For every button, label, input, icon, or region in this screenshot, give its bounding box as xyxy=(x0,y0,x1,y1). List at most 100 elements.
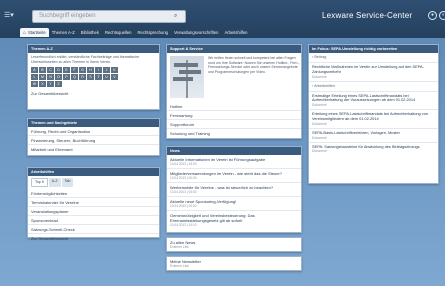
news-item[interactable]: Mitgliederversammlungen im Verein - wie … xyxy=(167,169,301,183)
news-date: 10.04.2013 | 00:00 xyxy=(170,204,197,208)
news-title: Gemeinnützigkeit und Vereinsbesteuerung:… xyxy=(170,213,255,223)
letter-y[interactable]: Y xyxy=(47,81,54,88)
sachgebiet-item[interactable]: Führung, Recht und Organisation xyxy=(28,127,159,136)
tab-arbeitshilfen[interactable]: Arbeitshilfen xyxy=(221,28,250,37)
doc-item[interactable]: SEPA: Satzungsbausteine für Abwicklung d… xyxy=(309,143,438,156)
home-icon: ⌂ xyxy=(23,30,27,36)
doc-item[interactable]: Erteilung eines SEPA-Lastschriftmandats … xyxy=(309,110,438,129)
doc-item[interactable]: Erstmalige Erteilung eines SEPA-Lastschr… xyxy=(309,92,438,111)
letter-k[interactable]: K xyxy=(111,67,118,74)
panel-title: Support & Service xyxy=(167,45,301,53)
az-letter-grid: A B C D E F G H I J K L M N O P Q R S T … xyxy=(28,66,159,89)
search-input[interactable]: Suchbegriff eingeben xyxy=(32,10,186,23)
arbeitshilfe-item[interactable]: Sponsorenlead xyxy=(28,216,159,225)
letter-u[interactable]: U xyxy=(103,74,110,81)
letter-c[interactable]: C xyxy=(47,67,54,74)
letter-r[interactable]: R xyxy=(79,74,86,81)
support-fernwartung[interactable]: Fernwartung xyxy=(167,111,301,120)
doc-type: Dokument xyxy=(312,149,327,154)
letter-l[interactable]: L xyxy=(31,74,38,81)
sachgebiet-item[interactable]: Finanzierung, Steuern, Buchführung xyxy=(28,136,159,145)
letter-g[interactable]: G xyxy=(79,67,86,74)
sachgebiet-item[interactable]: Mitarbeit und Ehrenamt xyxy=(28,145,159,154)
search-icon[interactable]: ⌕ xyxy=(174,12,182,20)
section-beitrag: › Beitrag xyxy=(309,53,438,63)
letter-f[interactable]: F xyxy=(71,67,78,74)
news-item[interactable]: Aktuelle Informationen im Verein ist Füh… xyxy=(167,155,301,169)
news-panel: News Aktuelle Informationen im Verein is… xyxy=(166,146,302,233)
panel-title: Themen A-Z xyxy=(28,45,159,53)
tab-label: Startseite xyxy=(28,30,46,35)
tab-rechtsquellen[interactable]: Rechtsquellen xyxy=(102,28,135,37)
tab-top5[interactable]: Top 5 xyxy=(31,178,48,187)
letter-s[interactable]: S xyxy=(87,74,94,81)
tab-third[interactable]: Tab xyxy=(61,178,74,187)
news-item[interactable]: Aktuelle neue Sponsoring-Verfügung! 10.0… xyxy=(167,197,301,211)
settings-icon[interactable]: ◐ xyxy=(439,11,445,20)
doc-type: Dokument xyxy=(312,103,327,108)
arbeitshilfe-item[interactable]: Fördermöglichkeiten xyxy=(28,189,159,198)
news-item[interactable]: Gemeinnützigkeit und Vereinsbesteuerung:… xyxy=(167,211,301,229)
news-date: 10.04.2013 | 10:10 xyxy=(170,223,197,227)
tab-rechtsprechung[interactable]: Rechtsprechung xyxy=(135,28,172,37)
panel-title: Arbeitshilfen xyxy=(28,168,159,176)
news-date: 13.04.2013 | 00:00 xyxy=(170,190,197,194)
tab-startseite[interactable]: ⌂ Startseite xyxy=(20,28,49,37)
tab-a-z[interactable]: A-Z xyxy=(48,178,61,187)
user-icon[interactable]: ● xyxy=(428,11,437,20)
section-arbeitshilfen: › Arbeitshilfen xyxy=(309,82,438,92)
doc-type: Dokument xyxy=(312,135,327,140)
letter-t[interactable]: T xyxy=(95,74,102,81)
letter-h[interactable]: H xyxy=(87,67,94,74)
letter-p[interactable]: P xyxy=(63,74,70,81)
doc-type: Dokument xyxy=(312,74,327,79)
arbeitshilfe-item[interactable]: Satzungs-Schnell-Check xyxy=(28,225,159,234)
themen-az-text: Leserfreundlich erklärt, verständliche F… xyxy=(31,55,140,64)
tab-bibliothek[interactable]: Bibliothek xyxy=(78,28,102,37)
letter-e[interactable]: E xyxy=(63,67,70,74)
themen-az-overview-link[interactable]: Zur Gesamtübersicht xyxy=(28,89,159,98)
letter-j[interactable]: J xyxy=(103,67,110,74)
arbeitshilfe-item[interactable]: Veranstaltungsplaner xyxy=(28,207,159,216)
support-panel: Support & Service Wir helfen Ihnen schne… xyxy=(166,44,302,139)
menu-icon[interactable]: ☰▾ xyxy=(4,11,18,20)
support-hotline[interactable]: Hotline xyxy=(167,102,301,111)
support-forum[interactable]: Supportforum xyxy=(167,120,301,129)
sepa-panel: Im Fokus: SEPA-Umstellung richtig vorber… xyxy=(308,44,439,184)
external-link-label: Externer Link xyxy=(170,264,189,268)
tab-themen-az[interactable]: Themen A-Z xyxy=(49,28,78,37)
arbeitshilfen-overview-link[interactable]: Zur Gesamtübersicht xyxy=(28,234,159,243)
letter-q[interactable]: Q xyxy=(71,74,78,81)
letter-a[interactable]: A xyxy=(31,67,38,74)
doc-item[interactable]: Rechtliche Maßnahmen im Verein zur Umste… xyxy=(309,63,438,82)
letter-d[interactable]: D xyxy=(55,67,62,74)
doc-title: SEPA: Satzungsbausteine für Abwicklung d… xyxy=(312,143,420,149)
support-schulung[interactable]: Schulung und Training xyxy=(167,129,301,138)
news-date: 13.04.2013 | 15:00 xyxy=(170,162,197,166)
tab-verwaltungsvorschriften[interactable]: Verwaltungsvorschriften xyxy=(171,28,221,37)
top-bar: ☰▾ Suchbegriff eingeben ⌕ Lexware Servic… xyxy=(0,0,445,38)
news-item[interactable]: Werbemobile für Vereine - was ist steuer… xyxy=(167,183,301,197)
themen-az-panel: Themen A-Z Leserfreundlich erklärt, vers… xyxy=(27,44,160,110)
news-date: 13.04.2013 | 00:00 xyxy=(170,176,197,180)
brand-title: Lexware Service-Center xyxy=(322,11,413,20)
doc-type: Dokument xyxy=(312,121,327,126)
newsletter-panel[interactable]: Meine Newsletter Externer Link xyxy=(166,256,302,271)
letter-x[interactable]: X xyxy=(39,81,46,88)
sachgebiete-panel: Themen und Sachgebiete Führung, Recht un… xyxy=(27,118,160,156)
arbeitshilfen-tabs: Top 5 A-Z Tab xyxy=(28,176,159,189)
support-text: Wir helfen Ihnen schnell und kompetent b… xyxy=(208,56,300,74)
doc-item[interactable]: SEPA-Basis-Lastschriftverfahren, Vorlage… xyxy=(309,129,438,143)
letter-o[interactable]: O xyxy=(55,74,62,81)
letter-z[interactable]: Z xyxy=(55,81,62,88)
main-tabs: ⌂ Startseite Themen A-Z Bibliothek Rechts… xyxy=(20,28,251,37)
doc-title: Rechtliche Maßnahmen im Verein zur Umste… xyxy=(312,64,424,74)
letter-i[interactable]: I xyxy=(95,67,102,74)
letter-w[interactable]: W xyxy=(31,81,38,88)
arbeitshilfe-item[interactable]: Terminkalender für Vereine xyxy=(28,198,159,207)
letter-n[interactable]: N xyxy=(47,74,54,81)
letter-v[interactable]: V xyxy=(111,74,118,81)
letter-b[interactable]: B xyxy=(39,67,46,74)
letter-m[interactable]: M xyxy=(39,74,46,81)
all-news-panel[interactable]: Zu allen News Externer Link xyxy=(166,237,302,252)
